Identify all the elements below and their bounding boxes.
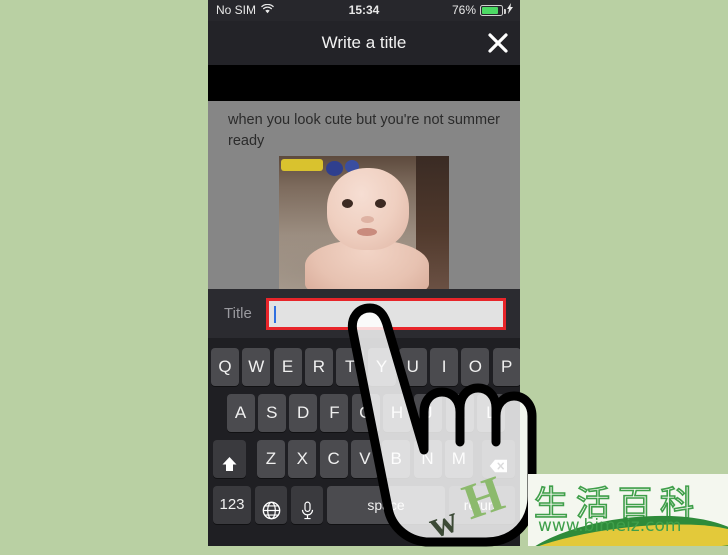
key-f[interactable]: F: [320, 394, 349, 432]
site-watermark-url: www.bimeiz.com: [538, 516, 682, 536]
key-t[interactable]: T: [336, 348, 365, 386]
title-input[interactable]: [266, 298, 506, 330]
key-k[interactable]: K: [445, 394, 474, 432]
header-black-gap: [208, 65, 520, 101]
key-r[interactable]: R: [304, 348, 333, 386]
nav-header: Write a title: [208, 21, 520, 65]
baby-photo: [279, 156, 449, 289]
key-q[interactable]: Q: [211, 348, 239, 386]
lightning-bolt-icon: [507, 0, 513, 21]
site-watermark-chinese: 生活百科: [533, 483, 702, 525]
on-screen-keyboard[interactable]: QWERTYUIOP ASDFGHJKL ZXCVBNM 123 space r…: [208, 338, 520, 546]
meme-caption-text: when you look cute but you're not summer…: [228, 112, 500, 149]
key-b[interactable]: B: [382, 440, 411, 478]
close-icon[interactable]: [486, 31, 510, 55]
shift-key[interactable]: [213, 440, 246, 478]
keyboard-row-4: 123 space return: [208, 486, 520, 528]
key-s[interactable]: S: [257, 394, 286, 432]
key-v[interactable]: V: [350, 440, 379, 478]
phone-screen: No SIM 15:34 76% Write a title when you …: [208, 0, 520, 546]
key-j[interactable]: J: [414, 394, 443, 432]
key-w[interactable]: W: [242, 348, 271, 386]
space-key[interactable]: space: [327, 486, 445, 524]
title-field-label: Title: [224, 305, 252, 322]
keyboard-row-3: ZXCVBNM: [208, 440, 520, 482]
key-u[interactable]: U: [398, 348, 427, 386]
page-title: Write a title: [321, 33, 407, 52]
key-i[interactable]: I: [430, 348, 459, 386]
battery-icon: [480, 5, 506, 16]
battery-percent-label: 76%: [451, 3, 476, 17]
key-y[interactable]: Y: [367, 348, 396, 386]
meme-preview-card[interactable]: when you look cute but you're not summer…: [208, 101, 520, 289]
site-watermark: 生活百科 www.bimeiz.com: [528, 474, 728, 546]
key-a[interactable]: A: [226, 394, 255, 432]
key-o[interactable]: O: [461, 348, 490, 386]
globe-icon[interactable]: [255, 486, 287, 524]
key-x[interactable]: X: [288, 440, 317, 478]
key-h[interactable]: H: [383, 394, 411, 432]
key-z[interactable]: Z: [257, 440, 285, 478]
key-d[interactable]: D: [289, 394, 318, 432]
keyboard-row-2: ASDFGHJKL: [208, 394, 520, 436]
title-input-row: Title: [208, 289, 520, 338]
text-caret: [274, 306, 276, 323]
key-m[interactable]: M: [444, 440, 473, 478]
key-e[interactable]: E: [273, 348, 302, 386]
microphone-icon[interactable]: [291, 486, 323, 524]
return-key[interactable]: return: [449, 486, 515, 524]
keyboard-row-1: QWERTYUIOP: [208, 348, 520, 390]
key-l[interactable]: L: [476, 394, 505, 432]
status-bar-right: 76%: [452, 0, 513, 21]
key-c[interactable]: C: [319, 440, 348, 478]
key-g[interactable]: G: [351, 394, 380, 432]
backspace-key[interactable]: [482, 440, 515, 478]
key-n[interactable]: N: [413, 440, 442, 478]
key-p[interactable]: P: [492, 348, 520, 386]
status-bar: No SIM 15:34 76%: [208, 0, 520, 21]
numbers-key[interactable]: 123: [213, 486, 251, 524]
